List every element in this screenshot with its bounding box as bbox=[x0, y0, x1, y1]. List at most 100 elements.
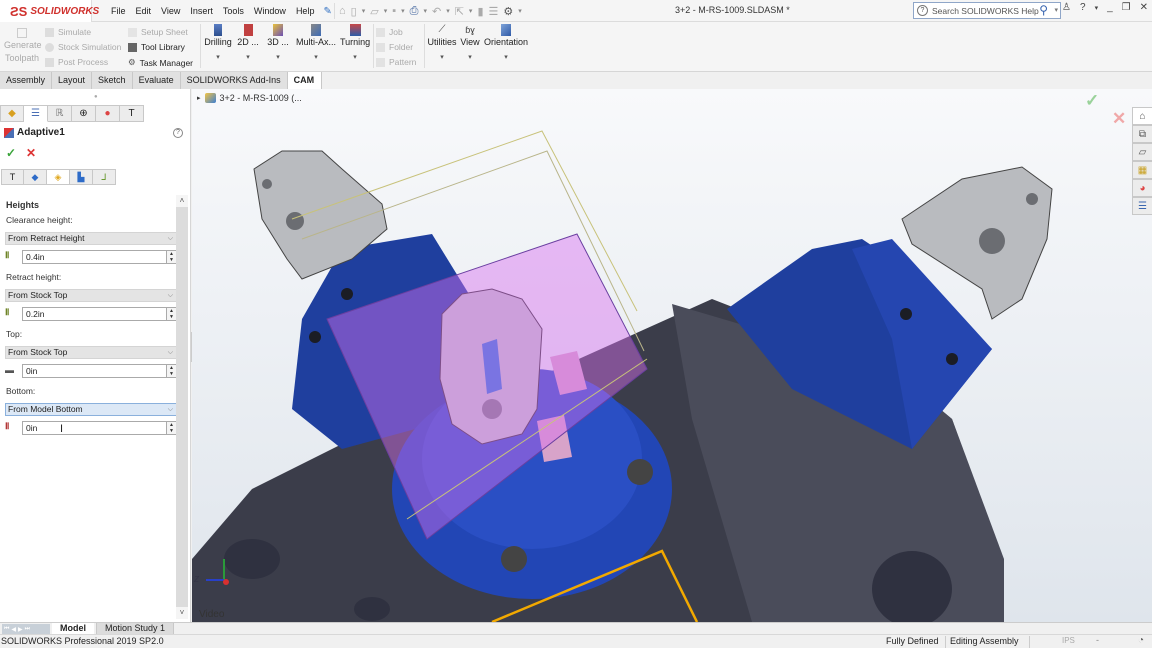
menu-help[interactable]: Help bbox=[291, 6, 320, 16]
undo-icon[interactable]: ↶ bbox=[432, 5, 441, 18]
rebuild-status-icon[interactable]: ◔ bbox=[1138, 635, 1144, 646]
folder-button[interactable]: Folder bbox=[376, 42, 413, 52]
chevron-down-icon[interactable]: ▾ bbox=[423, 7, 427, 15]
open-icon[interactable]: ▱ bbox=[370, 5, 378, 18]
home-icon[interactable]: ⌂ bbox=[339, 5, 346, 17]
search-icon[interactable]: ⚲ bbox=[1039, 3, 1048, 17]
job-button[interactable]: Job bbox=[376, 27, 403, 37]
tab-display-manager[interactable]: ● bbox=[96, 105, 120, 122]
help-search-input[interactable]: ? Search SOLIDWORKS Help ⚲ ▾ bbox=[913, 2, 1061, 19]
menu-tools[interactable]: Tools bbox=[218, 6, 249, 16]
turning-button[interactable]: Turning ▾ bbox=[340, 24, 370, 61]
help-menu-icon[interactable]: ? bbox=[1080, 2, 1086, 13]
clearance-height-input[interactable]: 0.4in bbox=[22, 250, 167, 264]
chevron-down-icon[interactable]: ▾ bbox=[401, 7, 405, 15]
chevron-down-icon[interactable]: ▾ bbox=[518, 7, 522, 15]
tab-geometry[interactable]: ◆ bbox=[24, 169, 47, 185]
tab-evaluate[interactable]: Evaluate bbox=[132, 72, 181, 89]
bottom-select[interactable]: From Model Bottom ⌵ bbox=[5, 403, 178, 416]
tab-property-manager[interactable]: ☰ bbox=[24, 105, 48, 122]
options-gear-icon[interactable]: ⚙ bbox=[503, 5, 513, 18]
design-library-tab[interactable]: ⧉ bbox=[1132, 125, 1152, 143]
chevron-down-icon[interactable]: ▾ bbox=[384, 7, 388, 15]
print-icon[interactable]: ⎙ bbox=[410, 5, 419, 18]
chevron-down-icon[interactable]: ▾ bbox=[460, 53, 480, 61]
chevron-down-icon[interactable]: ▾ bbox=[296, 53, 336, 61]
tab-layout[interactable]: Layout bbox=[52, 72, 93, 89]
select-icon[interactable]: ⇱ bbox=[455, 5, 464, 18]
unit-system-dropdown[interactable]: - bbox=[1096, 635, 1099, 645]
setup-sheet-button[interactable]: Setup Sheet bbox=[128, 27, 188, 37]
top-select[interactable]: From Stock Top ⌵ bbox=[5, 346, 178, 359]
unit-system[interactable]: IPS bbox=[1062, 636, 1075, 645]
simulate-button[interactable]: Simulate bbox=[45, 27, 91, 37]
rebuild-icon[interactable]: ▮ bbox=[477, 5, 483, 18]
drilling-button[interactable]: Drilling ▾ bbox=[204, 24, 232, 61]
stock-simulation-button[interactable]: Stock Simulation bbox=[45, 42, 121, 52]
task-manager-button[interactable]: ⚙ Task Manager bbox=[128, 57, 193, 68]
save-icon[interactable]: ▪ bbox=[392, 5, 396, 17]
pattern-button[interactable]: Pattern bbox=[376, 57, 416, 67]
tab-assembly[interactable]: Assembly bbox=[0, 72, 53, 89]
bottom-input[interactable]: 0in bbox=[22, 421, 167, 435]
chevron-down-icon[interactable]: ▾ bbox=[1054, 6, 1058, 14]
chevron-down-icon[interactable]: ▾ bbox=[236, 53, 260, 61]
utilities-button[interactable]: ⟋ Utilities ▾ bbox=[427, 24, 457, 61]
orientation-button[interactable]: Orientation ▾ bbox=[484, 24, 528, 61]
clearance-height-select[interactable]: From Retract Height ⌵ bbox=[5, 232, 178, 245]
ok-checkmark-icon[interactable]: ✓ bbox=[6, 146, 16, 160]
2d-button[interactable]: 2D ... ▾ bbox=[236, 24, 260, 61]
appearances-tab[interactable]: ◕ bbox=[1132, 179, 1152, 197]
view-button[interactable]: ɓɣ View ▾ bbox=[460, 24, 480, 61]
tab-heights[interactable]: ◈ bbox=[47, 169, 70, 185]
tab-dimxpert-manager[interactable]: ⊕ bbox=[72, 105, 96, 122]
chevron-down-icon[interactable]: ▾ bbox=[204, 53, 232, 61]
panel-grip-icon[interactable]: ● bbox=[94, 94, 98, 100]
tab-solidworks-add-ins[interactable]: SOLIDWORKS Add-Ins bbox=[180, 72, 288, 89]
scroll-down-icon[interactable]: ˅ bbox=[176, 607, 188, 619]
post-process-button[interactable]: Post Process bbox=[45, 57, 108, 67]
multi-axis-button[interactable]: Multi-Ax... ▾ bbox=[296, 24, 336, 61]
tab-configuration-manager[interactable]: ℝ bbox=[48, 105, 72, 122]
pin-icon[interactable]: ✎ bbox=[323, 6, 331, 17]
last-tab-icon[interactable]: ⏭ bbox=[25, 626, 30, 633]
tab-tool[interactable]: T bbox=[1, 169, 24, 185]
user-icon[interactable]: ♙ bbox=[1062, 2, 1071, 13]
chevron-down-icon[interactable]: ▾ bbox=[469, 7, 473, 15]
property-manager-scrollbar[interactable]: ˄ ˅ bbox=[176, 195, 188, 619]
chevron-down-icon[interactable]: ▾ bbox=[1095, 4, 1099, 12]
chevron-down-icon[interactable]: ▾ bbox=[266, 53, 290, 61]
retract-height-select[interactable]: From Stock Top ⌵ bbox=[5, 289, 178, 302]
chevron-down-icon[interactable]: ▾ bbox=[340, 53, 370, 61]
minimize-icon[interactable]: _ bbox=[1107, 2, 1113, 13]
menu-insert[interactable]: Insert bbox=[185, 6, 218, 16]
menu-window[interactable]: Window bbox=[249, 6, 291, 16]
retract-height-input[interactable]: 0.2in bbox=[22, 307, 167, 321]
solidworks-logo[interactable]: ƧS SOLIDWORKS bbox=[0, 0, 99, 22]
tab-scroll-buttons[interactable]: ⏮ ◀ ▶ ⏭ bbox=[2, 624, 50, 634]
menu-file[interactable]: File bbox=[106, 6, 131, 16]
custom-properties-tab[interactable]: ☰ bbox=[1132, 197, 1152, 215]
file-properties-icon[interactable]: ☰ bbox=[489, 5, 499, 18]
expand-arrow-icon[interactable]: ▸ bbox=[197, 94, 201, 102]
cancel-x-icon[interactable]: ✕ bbox=[26, 146, 36, 160]
new-document-icon[interactable]: ▯ bbox=[351, 5, 357, 18]
first-tab-icon[interactable]: ⏮ bbox=[4, 626, 9, 633]
view-palette-tab[interactable]: ▦ bbox=[1132, 161, 1152, 179]
flyout-feature-tree[interactable]: ▸ 3+2 - M-RS-1009 (... bbox=[197, 93, 302, 103]
tab-cam[interactable]: CAM bbox=[287, 72, 322, 89]
tab-linking[interactable]: ⅃ bbox=[93, 169, 116, 185]
tool-library-button[interactable]: Tool Library bbox=[128, 42, 185, 52]
close-icon[interactable]: ✕ bbox=[1140, 2, 1148, 13]
tab-passes[interactable]: ▙ bbox=[70, 169, 93, 185]
scroll-up-icon[interactable]: ˄ bbox=[176, 195, 188, 207]
tab-feature-manager[interactable]: ◆ bbox=[0, 105, 24, 122]
chevron-down-icon[interactable]: ▾ bbox=[362, 7, 366, 15]
generate-toolpath-button[interactable]: Generate Toolpath bbox=[4, 24, 42, 65]
chevron-down-icon[interactable]: ▾ bbox=[427, 53, 457, 61]
confirmation-cancel-icon[interactable]: ✕ bbox=[1112, 109, 1126, 129]
tab-sketch[interactable]: Sketch bbox=[92, 72, 133, 89]
file-explorer-tab[interactable]: ▱ bbox=[1132, 143, 1152, 161]
confirmation-ok-icon[interactable]: ✓ bbox=[1085, 91, 1099, 111]
menu-edit[interactable]: Edit bbox=[131, 6, 157, 16]
